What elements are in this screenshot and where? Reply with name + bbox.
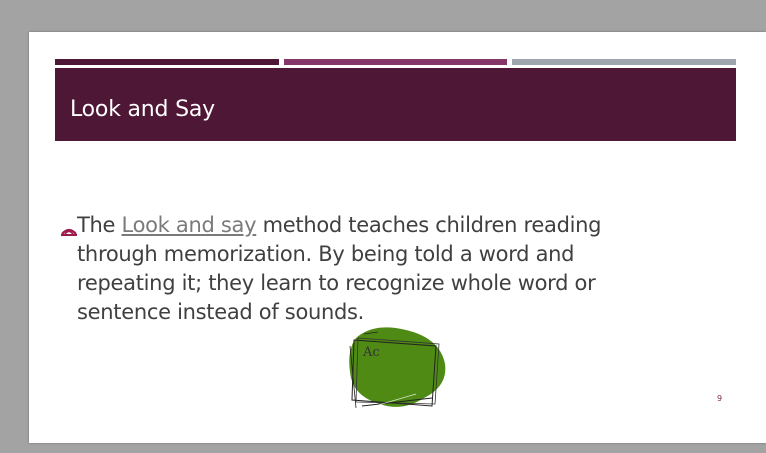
bullet-paragraph: The Look and say method teaches children… <box>77 211 667 327</box>
sticker-text: Ac <box>362 345 380 360</box>
look-and-say-link[interactable]: Look and say <box>122 213 257 237</box>
accent-bar-2 <box>284 59 507 65</box>
flashcard-sketch-icon: Ac <box>349 327 446 409</box>
slide-title: Look and Say <box>70 97 215 122</box>
page-number: 9 <box>717 394 723 403</box>
accent-bar-1 <box>55 59 279 65</box>
book-icon <box>61 228 77 236</box>
slide: Look and Say The Look and say method tea… <box>29 32 766 443</box>
bullet-prefix: The <box>77 213 122 237</box>
accent-bar-3 <box>512 59 736 65</box>
title-band: Look and Say <box>55 68 736 141</box>
